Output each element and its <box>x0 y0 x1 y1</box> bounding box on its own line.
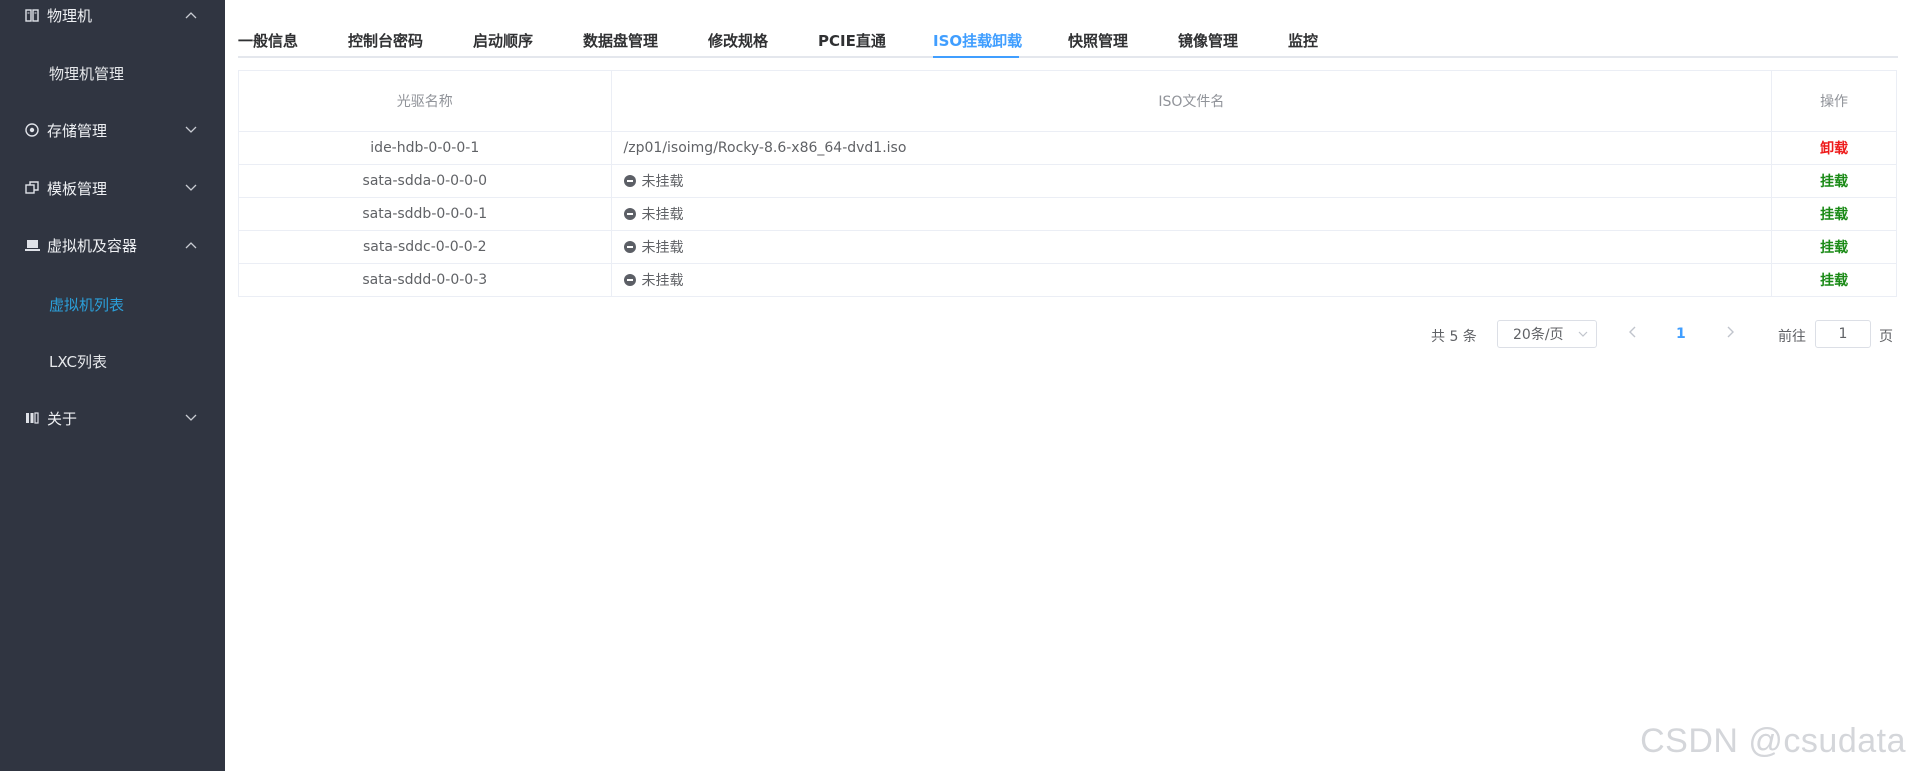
minus-circle-icon <box>623 274 636 286</box>
tab-general-info[interactable]: 一般信息 <box>238 30 298 51</box>
drive-name: sata-sddd-0-0-0-3 <box>239 264 612 296</box>
mount-button[interactable]: 挂载 <box>1820 237 1848 257</box>
sidebar-group-vm[interactable]: 虚拟机及容器 <box>0 225 225 265</box>
table-row: sata-sddb-0-0-0-1 未挂载 挂载 <box>239 198 1896 231</box>
sidebar-group-physical[interactable]: 物理机 <box>0 0 225 35</box>
tab-data-disk[interactable]: 数据盘管理 <box>583 30 658 51</box>
sidebar-group-label: 存储管理 <box>47 121 108 140</box>
iso-filename: /zp01/isoimg/Rocky-8.6-x86_64-dvd1.iso <box>612 132 1773 164</box>
sidebar-item-physical-manage[interactable]: 物理机管理 <box>0 53 225 93</box>
next-page-button[interactable] <box>1725 324 1735 343</box>
sidebar-group-label: 关于 <box>47 409 78 428</box>
mount-button[interactable]: 挂载 <box>1820 204 1848 224</box>
sidebar-group-label: 物理机 <box>47 6 93 25</box>
pagination-total: 共 5 条 <box>1431 329 1477 345</box>
chevron-down-icon <box>185 182 197 195</box>
disk-icon <box>24 122 40 138</box>
unmount-button[interactable]: 卸载 <box>1820 138 1848 158</box>
table-header-row: 光驱名称 ISO文件名 操作 <box>239 71 1896 132</box>
chevron-up-icon <box>185 9 197 22</box>
template-icon <box>24 180 40 196</box>
drive-name: sata-sdda-0-0-0-0 <box>239 165 612 197</box>
tab-console-password[interactable]: 控制台密码 <box>348 30 423 51</box>
iso-status-text: 未挂载 <box>641 207 684 223</box>
sidebar-item-label: LXC列表 <box>49 352 108 371</box>
action-cell: 挂载 <box>1772 264 1896 296</box>
drive-name: ide-hdb-0-0-0-1 <box>239 132 612 164</box>
sidebar: 物理机 物理机管理 存储管理 模板管理 虚拟机及容器 虚拟机列表 LXC列表 关… <box>0 0 225 771</box>
page-number[interactable]: 1 <box>1676 326 1686 342</box>
iso-status-text: 未挂载 <box>641 240 684 256</box>
minus-circle-icon <box>623 175 636 187</box>
sidebar-item-label: 物理机管理 <box>49 64 125 83</box>
iso-status-text: 未挂载 <box>641 273 684 289</box>
chevron-down-icon <box>185 412 197 425</box>
minus-circle-icon <box>623 208 636 220</box>
action-cell: 卸载 <box>1772 132 1896 164</box>
table-row: sata-sdda-0-0-0-0 未挂载 挂载 <box>239 165 1896 198</box>
goto-label: 前往 <box>1778 329 1806 345</box>
page-size-select[interactable]: 20条/页 <box>1497 320 1597 348</box>
sidebar-group-template[interactable]: 模板管理 <box>0 168 225 208</box>
tab-modify-spec[interactable]: 修改规格 <box>708 30 768 51</box>
sidebar-item-label: 虚拟机列表 <box>49 295 125 314</box>
tab-monitor[interactable]: 监控 <box>1288 30 1318 51</box>
vm-icon <box>24 237 40 253</box>
sidebar-item-lxc-list[interactable]: LXC列表 <box>0 341 225 381</box>
sidebar-group-storage[interactable]: 存储管理 <box>0 110 225 150</box>
mount-button[interactable]: 挂载 <box>1820 270 1848 290</box>
watermark: CSDN @csudata <box>1640 722 1906 760</box>
tab-image[interactable]: 镜像管理 <box>1178 30 1238 51</box>
minus-circle-icon <box>623 241 636 253</box>
server-icon <box>24 7 40 23</box>
prev-page-button[interactable] <box>1628 324 1638 343</box>
column-header-drive: 光驱名称 <box>239 71 612 131</box>
tab-snapshot[interactable]: 快照管理 <box>1068 30 1128 51</box>
iso-status: 未挂载 <box>612 165 1773 197</box>
chevron-down-icon <box>185 124 197 137</box>
action-cell: 挂载 <box>1772 198 1896 230</box>
iso-status: 未挂载 <box>612 198 1773 230</box>
tab-boot-order[interactable]: 启动顺序 <box>473 30 533 51</box>
active-tab-indicator <box>933 56 1019 58</box>
about-icon <box>24 410 40 426</box>
sidebar-group-label: 模板管理 <box>47 179 108 198</box>
tab-pcie-passthrough[interactable]: PCIE直通 <box>818 30 886 51</box>
page-size-value: 20条/页 <box>1513 327 1564 343</box>
column-header-action: 操作 <box>1820 94 1849 110</box>
action-cell: 挂载 <box>1772 165 1896 197</box>
page-suffix-label: 页 <box>1879 329 1893 345</box>
iso-status: 未挂载 <box>612 231 1773 263</box>
table-row: sata-sddd-0-0-0-3 未挂载 挂载 <box>239 264 1896 296</box>
iso-status-text: 未挂载 <box>641 174 684 190</box>
drive-name: sata-sddb-0-0-0-1 <box>239 198 612 230</box>
drive-name: sata-sddc-0-0-0-2 <box>239 231 612 263</box>
chevron-up-icon <box>185 239 197 252</box>
column-header-iso: ISO文件名 <box>612 71 1773 131</box>
mount-button[interactable]: 挂载 <box>1820 171 1848 191</box>
sidebar-item-vm-list[interactable]: 虚拟机列表 <box>0 284 225 324</box>
iso-status: 未挂载 <box>612 264 1773 296</box>
table-row: sata-sddc-0-0-0-2 未挂载 挂载 <box>239 231 1896 264</box>
action-cell: 挂载 <box>1772 231 1896 263</box>
sidebar-group-label: 虚拟机及容器 <box>47 236 138 255</box>
main-content: 一般信息 控制台密码 启动顺序 数据盘管理 修改规格 PCIE直通 ISO挂载卸… <box>225 0 1910 771</box>
sidebar-group-about[interactable]: 关于 <box>0 398 225 438</box>
chevron-down-icon <box>1578 329 1588 340</box>
iso-table: 光驱名称 ISO文件名 操作 ide-hdb-0-0-0-1 /zp01/iso… <box>238 70 1897 297</box>
table-row: ide-hdb-0-0-0-1 /zp01/isoimg/Rocky-8.6-x… <box>239 132 1896 165</box>
tab-iso-mount[interactable]: ISO挂载卸载 <box>933 30 1022 51</box>
goto-page-input[interactable] <box>1815 320 1871 348</box>
tab-bar: 一般信息 控制台密码 启动顺序 数据盘管理 修改规格 PCIE直通 ISO挂载卸… <box>238 22 1898 58</box>
